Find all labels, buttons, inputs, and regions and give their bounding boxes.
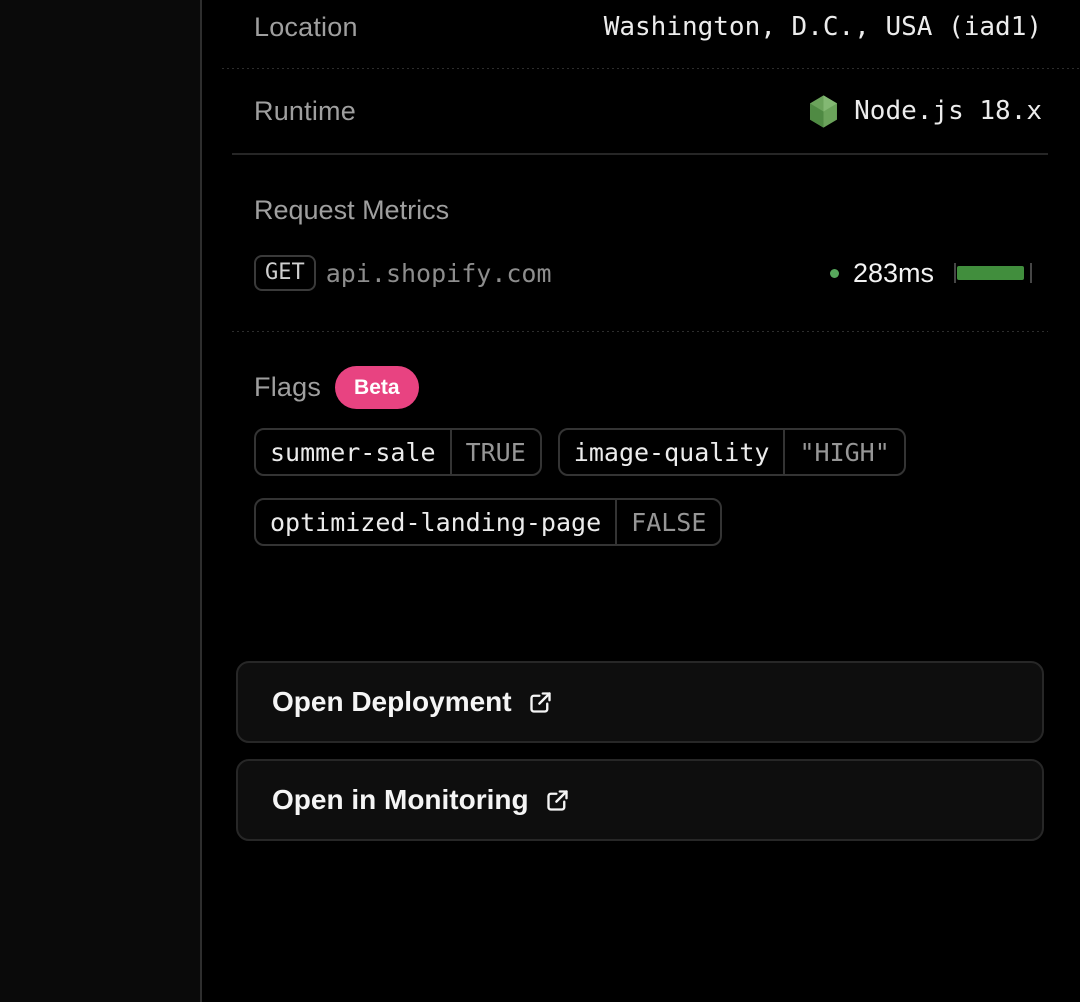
external-link-icon (544, 787, 571, 814)
flag-chip: image-quality "HIGH" (558, 428, 906, 476)
location-label: Location (254, 12, 358, 43)
request-host: api.shopify.com (326, 259, 552, 288)
deployment-details-panel: Location Washington, D.C., USA (iad1) Ru… (204, 0, 1080, 1002)
runtime-value-group: Node.js 18.x (807, 94, 1042, 129)
action-buttons: Open Deployment Open in Monitoring (236, 661, 1044, 841)
flag-value: FALSE (617, 500, 720, 544)
flag-chip: summer-sale TRUE (254, 428, 542, 476)
runtime-label: Runtime (254, 96, 356, 127)
flag-name: optimized-landing-page (256, 500, 617, 544)
open-deployment-label: Open Deployment (272, 686, 512, 718)
flag-chips: summer-sale TRUE image-quality "HIGH" op… (254, 428, 954, 546)
request-metrics-title: Request Metrics (254, 195, 1044, 225)
divider (232, 153, 1048, 155)
beta-badge: Beta (335, 366, 419, 409)
flag-name: image-quality (560, 430, 786, 474)
divider (232, 331, 1048, 332)
http-method-badge: GET (254, 255, 316, 291)
open-monitoring-label: Open in Monitoring (272, 784, 529, 816)
external-link-icon (527, 689, 554, 716)
flag-chip: optimized-landing-page FALSE (254, 498, 722, 546)
request-endpoint: GET api.shopify.com (254, 255, 552, 291)
open-monitoring-button[interactable]: Open in Monitoring (236, 759, 1044, 841)
request-latency-group: 283ms (830, 258, 1032, 289)
nodejs-icon (807, 94, 840, 129)
flags-header: Flags Beta (254, 366, 1044, 409)
flag-name: summer-sale (256, 430, 452, 474)
flags-title: Flags (254, 372, 321, 403)
flag-value: TRUE (452, 430, 540, 474)
request-metric-row: GET api.shopify.com 283ms (236, 253, 1044, 293)
flag-value: "HIGH" (785, 430, 903, 474)
open-deployment-button[interactable]: Open Deployment (236, 661, 1044, 743)
location-value: Washington, D.C., USA (iad1) (604, 12, 1042, 42)
runtime-row: Runtime Node.js 18.x (236, 69, 1044, 153)
latency-value: 283ms (853, 258, 934, 289)
runtime-value: Node.js 18.x (854, 96, 1042, 126)
location-row: Location Washington, D.C., USA (iad1) (236, 0, 1044, 54)
latency-bar-fill (957, 266, 1024, 280)
left-rail (0, 0, 202, 1002)
status-dot-icon (830, 269, 839, 278)
latency-bar (954, 263, 1032, 283)
